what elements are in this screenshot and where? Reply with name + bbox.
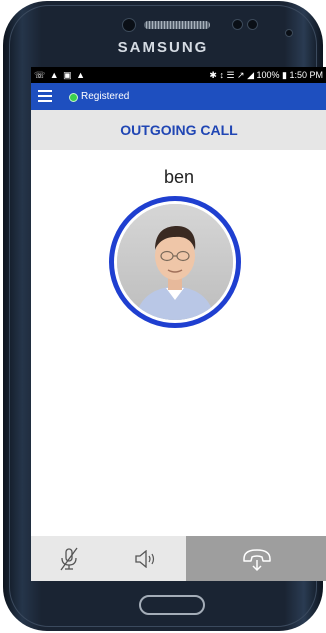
caller-name: ben (163, 167, 195, 187)
notification-led (285, 29, 293, 37)
proximity-sensor (232, 19, 243, 30)
speaker-button[interactable] (106, 536, 186, 581)
menu-icon[interactable] (38, 90, 52, 102)
caller-avatar (109, 196, 241, 328)
status-bar: ☏ ▲ ▣ ▲ ✱ ↕ ☰ ↗ ◢ 100% ▮ 1:50 PM (31, 67, 326, 83)
caller-photo (117, 204, 233, 320)
light-sensor (247, 19, 258, 30)
mute-icon (59, 547, 78, 570)
speaker-icon (135, 549, 155, 568)
earpiece-speaker (144, 21, 210, 29)
app-bar: Registered (31, 83, 326, 110)
phone-screen: ☏ ▲ ▣ ▲ ✱ ↕ ☰ ↗ ◢ 100% ▮ 1:50 PM Registe… (31, 67, 326, 581)
end-call-button[interactable] (186, 536, 326, 581)
mute-button[interactable] (31, 536, 106, 581)
end-call-icon (242, 548, 271, 571)
status-bar-left-icons: ☏ ▲ ▣ ▲ (34, 70, 87, 80)
registration-status-dot (69, 93, 78, 102)
status-bar-right-info: ✱ ↕ ☰ ↗ ◢ 100% ▮ 1:50 PM (209, 70, 323, 80)
front-camera (122, 18, 136, 32)
call-state-header: OUTGOING CALL (31, 110, 326, 150)
call-controls (31, 536, 326, 581)
home-button[interactable] (139, 595, 205, 615)
registration-status: Registered (81, 91, 130, 102)
device-brand: SAMSUNG (117, 39, 209, 56)
call-state-title: OUTGOING CALL (120, 122, 238, 138)
